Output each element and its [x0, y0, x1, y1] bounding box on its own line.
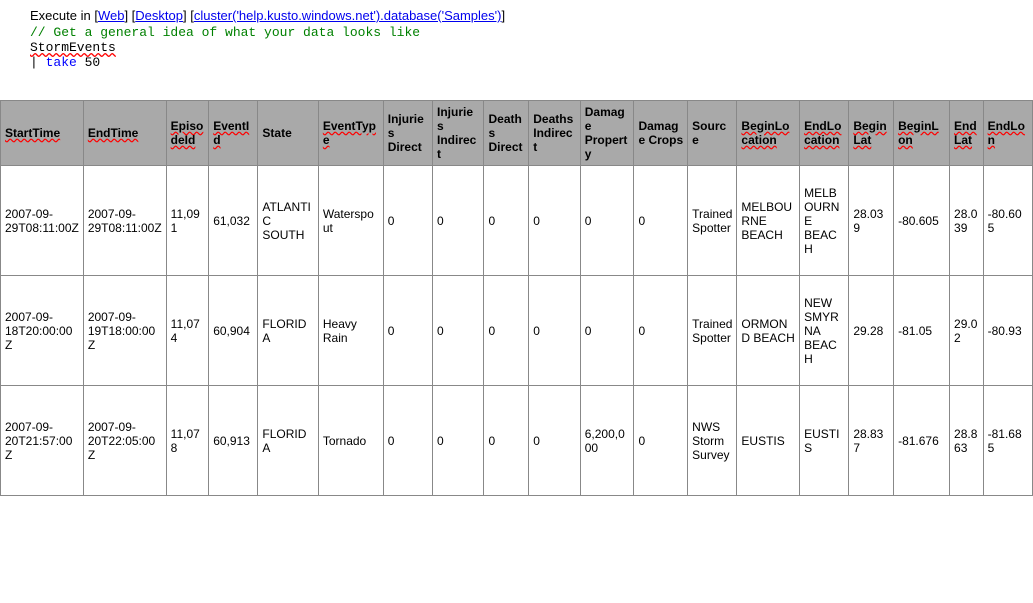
- cell-beginlon: -81.676: [894, 386, 950, 496]
- col-end-lon[interactable]: EndLon: [983, 101, 1032, 166]
- cell-endlat: 28.039: [950, 166, 984, 276]
- col-deaths-indirect[interactable]: Deaths Indirect: [529, 101, 580, 166]
- col-end-location[interactable]: EndLocation: [800, 101, 849, 166]
- col-endtime[interactable]: EndTime: [83, 101, 166, 166]
- cell-injuriesdirect: 0: [383, 386, 432, 496]
- execute-suffix: ]: [501, 8, 505, 23]
- table-row[interactable]: 2007-09-29T08:11:00Z2007-09-29T08:11:00Z…: [1, 166, 1033, 276]
- col-end-lat[interactable]: EndLat: [950, 101, 984, 166]
- cell-endlat: 29.02: [950, 276, 984, 386]
- cell-endtime: 2007-09-29T08:11:00Z: [83, 166, 166, 276]
- execute-header: Execute in [Web] [Desktop] [cluster('hel…: [0, 0, 1033, 25]
- cell-endtime: 2007-09-19T18:00:00Z: [83, 276, 166, 386]
- cell-beginlocation: ORMOND BEACH: [737, 276, 800, 386]
- cell-state: FLORIDA: [258, 276, 318, 386]
- code-pipe: |: [30, 55, 46, 70]
- cell-deathsdirect: 0: [484, 386, 529, 496]
- cell-episodeid: 11,074: [166, 276, 209, 386]
- cell-source: Trained Spotter: [688, 166, 737, 276]
- web-link[interactable]: Web: [98, 8, 125, 23]
- cell-source: Trained Spotter: [688, 276, 737, 386]
- col-damage-property[interactable]: Damage Property: [580, 101, 634, 166]
- cell-endtime: 2007-09-20T22:05:00Z: [83, 386, 166, 496]
- cell-beginlocation: EUSTIS: [737, 386, 800, 496]
- col-damage-crops[interactable]: Damage Crops: [634, 101, 688, 166]
- results-table: StartTime EndTime EpisodeId EventId Stat…: [0, 100, 1033, 496]
- cell-eventtype: Tornado: [318, 386, 383, 496]
- col-begin-location[interactable]: BeginLocation: [737, 101, 800, 166]
- code-number: 50: [77, 55, 100, 70]
- code-editor[interactable]: // Get a general idea of what your data …: [0, 25, 1033, 80]
- cell-state: FLORIDA: [258, 386, 318, 496]
- execute-prefix: Execute in [: [30, 8, 98, 23]
- cell-episodeid: 11,091: [166, 166, 209, 276]
- cell-injuriesdirect: 0: [383, 276, 432, 386]
- cell-beginlon: -80.605: [894, 166, 950, 276]
- col-injuries-indirect[interactable]: Injuries Indirect: [433, 101, 484, 166]
- cell-endlocation: MELBOURNE BEACH: [800, 166, 849, 276]
- code-keyword-take: take: [46, 55, 77, 70]
- sep2: ] [: [183, 8, 194, 23]
- table-row[interactable]: 2007-09-20T21:57:00Z2007-09-20T22:05:00Z…: [1, 386, 1033, 496]
- code-comment: // Get a general idea of what your data …: [30, 25, 1033, 40]
- cell-beginlat: 28.039: [849, 166, 894, 276]
- cell-deathsindirect: 0: [529, 386, 580, 496]
- cell-beginlocation: MELBOURNE BEACH: [737, 166, 800, 276]
- cell-injuriesindirect: 0: [433, 276, 484, 386]
- cell-beginlat: 28.837: [849, 386, 894, 496]
- cell-endlocation: NEW SMYRNA BEACH: [800, 276, 849, 386]
- desktop-link[interactable]: Desktop: [135, 8, 183, 23]
- cell-endlocation: EUSTIS: [800, 386, 849, 496]
- col-eventtype[interactable]: EventType: [318, 101, 383, 166]
- cell-eventid: 60,913: [209, 386, 258, 496]
- cell-injuriesindirect: 0: [433, 166, 484, 276]
- col-episodeid[interactable]: EpisodeId: [166, 101, 209, 166]
- cell-eventid: 61,032: [209, 166, 258, 276]
- cell-damageproperty: 0: [580, 276, 634, 386]
- cell-damageproperty: 6,200,000: [580, 386, 634, 496]
- cell-endlat: 28.863: [950, 386, 984, 496]
- cell-episodeid: 11,078: [166, 386, 209, 496]
- cell-starttime: 2007-09-18T20:00:00Z: [1, 276, 84, 386]
- col-begin-lon[interactable]: BeginLon: [894, 101, 950, 166]
- cell-state: ATLANTIC SOUTH: [258, 166, 318, 276]
- cell-source: NWS Storm Survey: [688, 386, 737, 496]
- col-state[interactable]: State: [258, 101, 318, 166]
- cell-injuriesindirect: 0: [433, 386, 484, 496]
- cell-starttime: 2007-09-20T21:57:00Z: [1, 386, 84, 496]
- cell-damagecrops: 0: [634, 166, 688, 276]
- col-injuries-direct[interactable]: Injuries Direct: [383, 101, 432, 166]
- cell-beginlon: -81.05: [894, 276, 950, 386]
- cell-deathsindirect: 0: [529, 276, 580, 386]
- table-row[interactable]: 2007-09-18T20:00:00Z2007-09-19T18:00:00Z…: [1, 276, 1033, 386]
- cell-injuriesdirect: 0: [383, 166, 432, 276]
- cell-eventtype: Heavy Rain: [318, 276, 383, 386]
- cell-endlon: -80.93: [983, 276, 1032, 386]
- cell-eventtype: Waterspout: [318, 166, 383, 276]
- cell-beginlat: 29.28: [849, 276, 894, 386]
- cell-starttime: 2007-09-29T08:11:00Z: [1, 166, 84, 276]
- code-table-name: StormEvents: [30, 40, 116, 55]
- cluster-link[interactable]: cluster('help.kusto.windows.net').databa…: [194, 8, 502, 23]
- col-starttime[interactable]: StartTime: [1, 101, 84, 166]
- col-begin-lat[interactable]: BeginLat: [849, 101, 894, 166]
- col-eventid[interactable]: EventId: [209, 101, 258, 166]
- cell-deathsdirect: 0: [484, 276, 529, 386]
- cell-damagecrops: 0: [634, 276, 688, 386]
- table-header-row: StartTime EndTime EpisodeId EventId Stat…: [1, 101, 1033, 166]
- col-source[interactable]: Source: [688, 101, 737, 166]
- cell-eventid: 60,904: [209, 276, 258, 386]
- cell-deathsdirect: 0: [484, 166, 529, 276]
- cell-damagecrops: 0: [634, 386, 688, 496]
- cell-endlon: -80.605: [983, 166, 1032, 276]
- cell-deathsindirect: 0: [529, 166, 580, 276]
- sep1: ] [: [124, 8, 135, 23]
- col-deaths-direct[interactable]: Deaths Direct: [484, 101, 529, 166]
- cell-damageproperty: 0: [580, 166, 634, 276]
- cell-endlon: -81.685: [983, 386, 1032, 496]
